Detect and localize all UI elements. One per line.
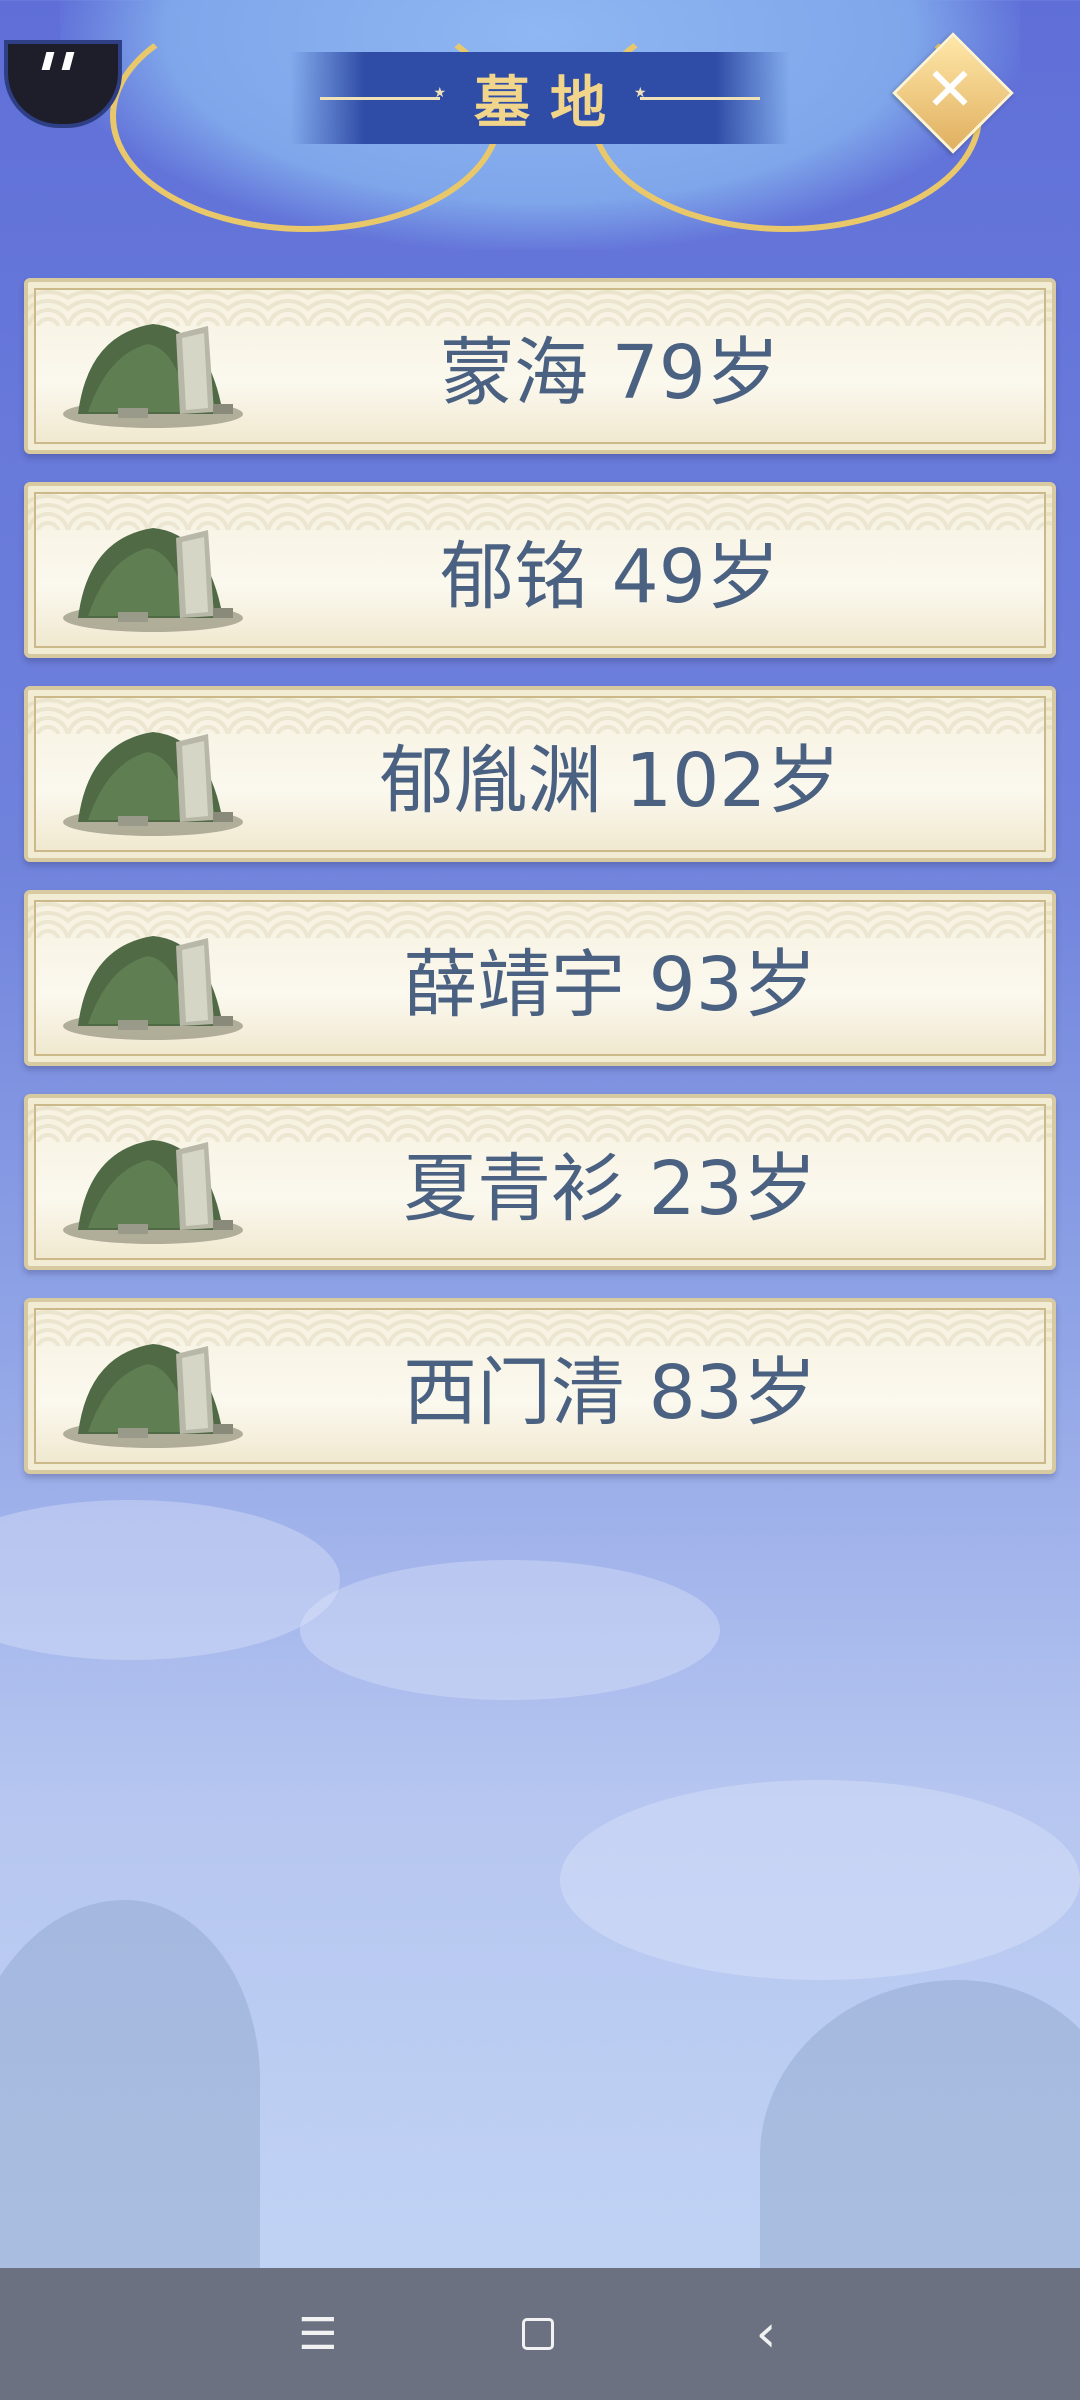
grave-row[interactable]: 薛靖宇 93岁 <box>24 890 1056 1066</box>
grave-row[interactable]: 蒙海 79岁 <box>24 278 1056 454</box>
grave-row[interactable]: 西门清 83岁 <box>24 1298 1056 1474</box>
grave-name-age: 蒙海 79岁 <box>440 329 780 416</box>
recent-apps-icon[interactable]: ☰ <box>282 2298 354 2370</box>
grave-row[interactable]: 郁铭 49岁 <box>24 482 1056 658</box>
back-icon[interactable]: ‹ <box>730 2298 802 2370</box>
grave-name-age: 西门清 83岁 <box>403 1349 817 1436</box>
page-title: 墓地 <box>474 70 626 136</box>
grave-name-age: 薛靖宇 93岁 <box>403 941 817 1028</box>
close-icon[interactable]: ✕ <box>910 50 990 130</box>
mountain-decoration <box>760 1980 1080 2300</box>
home-square <box>522 2318 554 2350</box>
title-decoration-left <box>320 85 446 101</box>
cloud-decoration <box>0 1500 340 1660</box>
system-navigation-bar: ☰ ‹ <box>0 2268 1080 2400</box>
grave-name-age: 郁胤渊 102岁 <box>379 737 841 824</box>
mountain-decoration <box>0 1900 260 2300</box>
grave-row[interactable]: 郁胤渊 102岁 <box>24 686 1056 862</box>
cloud-decoration <box>560 1780 1080 1980</box>
home-icon[interactable] <box>502 2298 574 2370</box>
grave-name-age: 郁铭 49岁 <box>440 533 780 620</box>
page-title-bar: 墓地 <box>290 52 790 144</box>
grave-name-age: 夏青衫 23岁 <box>403 1145 817 1232</box>
title-decoration-right <box>634 85 760 101</box>
grave-row[interactable]: 夏青衫 23岁 <box>24 1094 1056 1270</box>
cloud-decoration <box>300 1560 720 1700</box>
grave-list: 蒙海 79岁 郁铭 49岁 郁胤渊 102岁 薛靖宇 93岁 夏青衫 23岁 西… <box>24 278 1056 1502</box>
